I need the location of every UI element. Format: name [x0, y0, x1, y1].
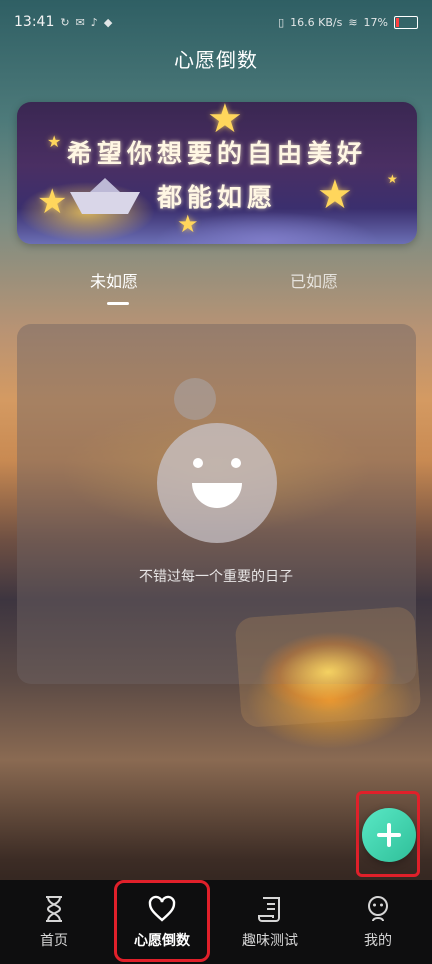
nav-label-home: 首页 [40, 933, 68, 949]
vibrate-icon: ▯ [278, 15, 285, 29]
tab-unfulfilled[interactable]: 未如愿 [90, 268, 138, 292]
decorative-bubble [174, 378, 216, 420]
tab-fulfilled[interactable]: 已如愿 [290, 268, 338, 292]
nav-label-fun-test: 趣味测试 [242, 933, 298, 949]
eye-right [231, 458, 241, 468]
network-speed: 16.6 KB/s [290, 15, 343, 29]
sync-icon: ↻ [60, 15, 70, 29]
nav-item-home[interactable]: 首页 [0, 880, 108, 964]
tiktok-icon: ♪ [90, 15, 98, 29]
bottom-nav: 首页 心愿倒数 趣味测试 我的 [0, 880, 432, 964]
empty-state-message: 不错过每一个重要的日子 [139, 569, 293, 585]
nav-label-mine: 我的 [364, 933, 392, 949]
nav-highlight [114, 880, 210, 962]
eye-left [193, 458, 203, 468]
mail-icon: ✉ [75, 15, 85, 29]
mouth [192, 483, 242, 508]
add-wish-button[interactable] [362, 808, 416, 862]
person-icon [368, 896, 388, 922]
status-time: 13:41 [14, 14, 55, 30]
wish-banner: ★ ★ ★ ★ ★ ★ 希望你想要的自由美好 都能如愿 [17, 102, 417, 244]
page-title: 心愿倒数 [174, 48, 258, 72]
battery-icon [394, 15, 418, 29]
app-icon: ◆ [103, 15, 113, 29]
glowing-jar-image [234, 605, 422, 729]
status-right: ▯ 16.6 KB/s ≋ 17% [278, 15, 418, 29]
wish-tabs: 未如愿 已如愿 [0, 268, 432, 308]
paper-boat-icon [70, 178, 140, 214]
smiley-face-icon [157, 423, 277, 543]
tab-indicator [107, 302, 129, 305]
status-left: 13:41 ↻ ✉ ♪ ◆ [14, 14, 112, 30]
battery-percent: 17% [363, 15, 388, 29]
plus-icon [377, 823, 401, 847]
banner-line-1: 希望你想要的自由美好 [66, 139, 367, 168]
nav-item-mine[interactable]: 我的 [324, 880, 432, 964]
status-bar: 13:41 ↻ ✉ ♪ ◆ ▯ 16.6 KB/s ≋ 17% [0, 0, 432, 44]
hourglass-icon [46, 896, 62, 922]
scroll-icon [258, 897, 280, 922]
wifi-icon: ≋ [348, 15, 358, 29]
star-icon: ★ [177, 210, 199, 238]
nav-item-fun-test[interactable]: 趣味测试 [216, 880, 324, 964]
